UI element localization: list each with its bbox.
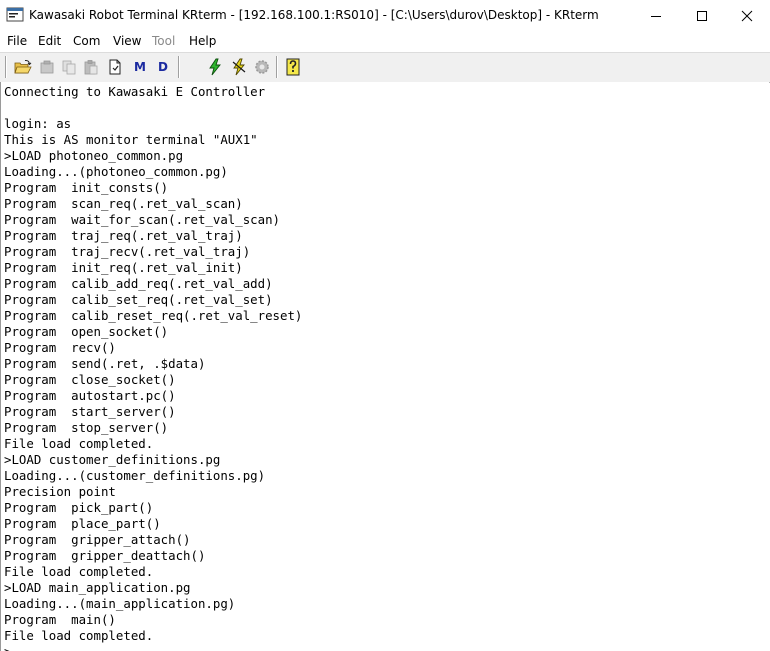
toolbar-separator — [178, 56, 180, 78]
menu-tool[interactable]: Tool — [152, 33, 175, 49]
terminal-line: File load completed. — [4, 628, 154, 643]
terminal-line: Program scan_req(.ret_val_scan) — [4, 196, 243, 211]
paste-icon — [84, 60, 98, 75]
terminal-line: Connecting to Kawasaki E Controller — [4, 84, 266, 99]
title-bar[interactable]: Kawasaki Robot Terminal KRterm - [192.16… — [0, 0, 770, 31]
terminal-line: >LOAD customer_definitions.pg — [4, 452, 221, 467]
menu-view[interactable]: View — [113, 33, 141, 49]
terminal-line: Program close_socket() — [4, 372, 176, 387]
menu-file[interactable]: File — [7, 33, 27, 49]
disconnect-button[interactable] — [229, 57, 249, 77]
help-icon — [286, 58, 300, 76]
minimize-button[interactable] — [633, 0, 679, 31]
disconnect-lightning-icon — [232, 58, 246, 76]
paste-button[interactable] — [81, 57, 101, 77]
settings-button[interactable] — [252, 57, 272, 77]
d-label: D — [158, 60, 168, 74]
terminal-line: >LOAD main_application.pg — [4, 580, 191, 595]
new-document-icon — [109, 59, 121, 75]
terminal-line: Program gripper_deattach() — [4, 548, 206, 563]
open-folder-icon — [14, 59, 32, 74]
menu-bar: File Edit Com View Tool Help — [0, 31, 770, 51]
terminal-line: Precision point — [4, 484, 116, 499]
copy-button[interactable] — [59, 57, 79, 77]
terminal-line: Program stop_server() — [4, 420, 169, 435]
toolbar-separator — [5, 56, 7, 78]
close-button[interactable] — [724, 0, 770, 31]
terminal-line: Program pick_part() — [4, 500, 154, 515]
menu-edit[interactable]: Edit — [38, 33, 61, 49]
terminal-line: login: as — [4, 116, 72, 131]
terminal-line: Program wait_for_scan(.ret_val_scan) — [4, 212, 281, 227]
terminal-line: Program open_socket() — [4, 324, 169, 339]
close-icon — [741, 10, 753, 21]
terminal-line: Program traj_recv(.ret_val_traj) — [4, 244, 251, 259]
terminal-output[interactable]: Connecting to Kawasaki E Controller logi… — [0, 82, 769, 651]
terminal-line: Loading...(customer_definitions.pg) — [4, 468, 266, 483]
terminal-line: Program calib_set_req(.ret_val_set) — [4, 292, 273, 307]
terminal-prompt: > — [4, 644, 11, 651]
maximize-button[interactable] — [679, 0, 725, 31]
krterm-window: Kawasaki Robot Terminal KRterm - [192.16… — [0, 0, 770, 651]
kawasaki-app-icon — [6, 7, 24, 22]
toolbar-separator — [276, 56, 278, 78]
terminal-line: Program start_server() — [4, 404, 176, 419]
maximize-icon — [697, 10, 707, 21]
terminal-line: This is AS monitor terminal "AUX1" — [4, 132, 258, 147]
menu-com[interactable]: Com — [73, 33, 100, 49]
terminal-line: Program init_consts() — [4, 180, 169, 195]
terminal-line: Program traj_req(.ret_val_traj) — [4, 228, 243, 243]
terminal-line: Program send(.ret, .$data) — [4, 356, 206, 371]
terminal-line: Program recv() — [4, 340, 116, 355]
cut-button[interactable] — [37, 57, 57, 77]
minimize-icon — [651, 15, 661, 17]
d-button[interactable]: D — [153, 57, 173, 77]
terminal-line: File load completed. — [4, 564, 154, 579]
terminal-line: Program main() — [4, 612, 116, 627]
terminal-line: Loading...(photoneo_common.pg) — [4, 164, 228, 179]
terminal-line: Program gripper_attach() — [4, 532, 191, 547]
help-button[interactable] — [283, 57, 303, 77]
terminal-line: Program calib_add_req(.ret_val_add) — [4, 276, 273, 291]
m-button[interactable]: M — [130, 57, 150, 77]
terminal-line: Program place_part() — [4, 516, 161, 531]
cut-icon — [40, 60, 54, 74]
terminal-line: File load completed. — [4, 436, 154, 451]
settings-gear-icon — [255, 60, 269, 74]
new-document-button[interactable] — [105, 57, 125, 77]
connect-button[interactable] — [205, 57, 225, 77]
menu-help[interactable]: Help — [189, 33, 216, 49]
terminal-line: >LOAD photoneo_common.pg — [4, 148, 184, 163]
connect-lightning-icon — [209, 58, 221, 76]
terminal-line: Program init_req(.ret_val_init) — [4, 260, 243, 275]
open-button[interactable] — [13, 57, 33, 77]
copy-icon — [62, 60, 76, 75]
toolbar: M D — [0, 52, 770, 83]
terminal-line: Loading...(main_application.pg) — [4, 596, 236, 611]
terminal-line: Program calib_reset_req(.ret_val_reset) — [4, 308, 303, 323]
terminal-line: Program autostart.pc() — [4, 388, 176, 403]
m-label: M — [134, 60, 146, 74]
window-title: Kawasaki Robot Terminal KRterm - [192.16… — [29, 8, 599, 22]
